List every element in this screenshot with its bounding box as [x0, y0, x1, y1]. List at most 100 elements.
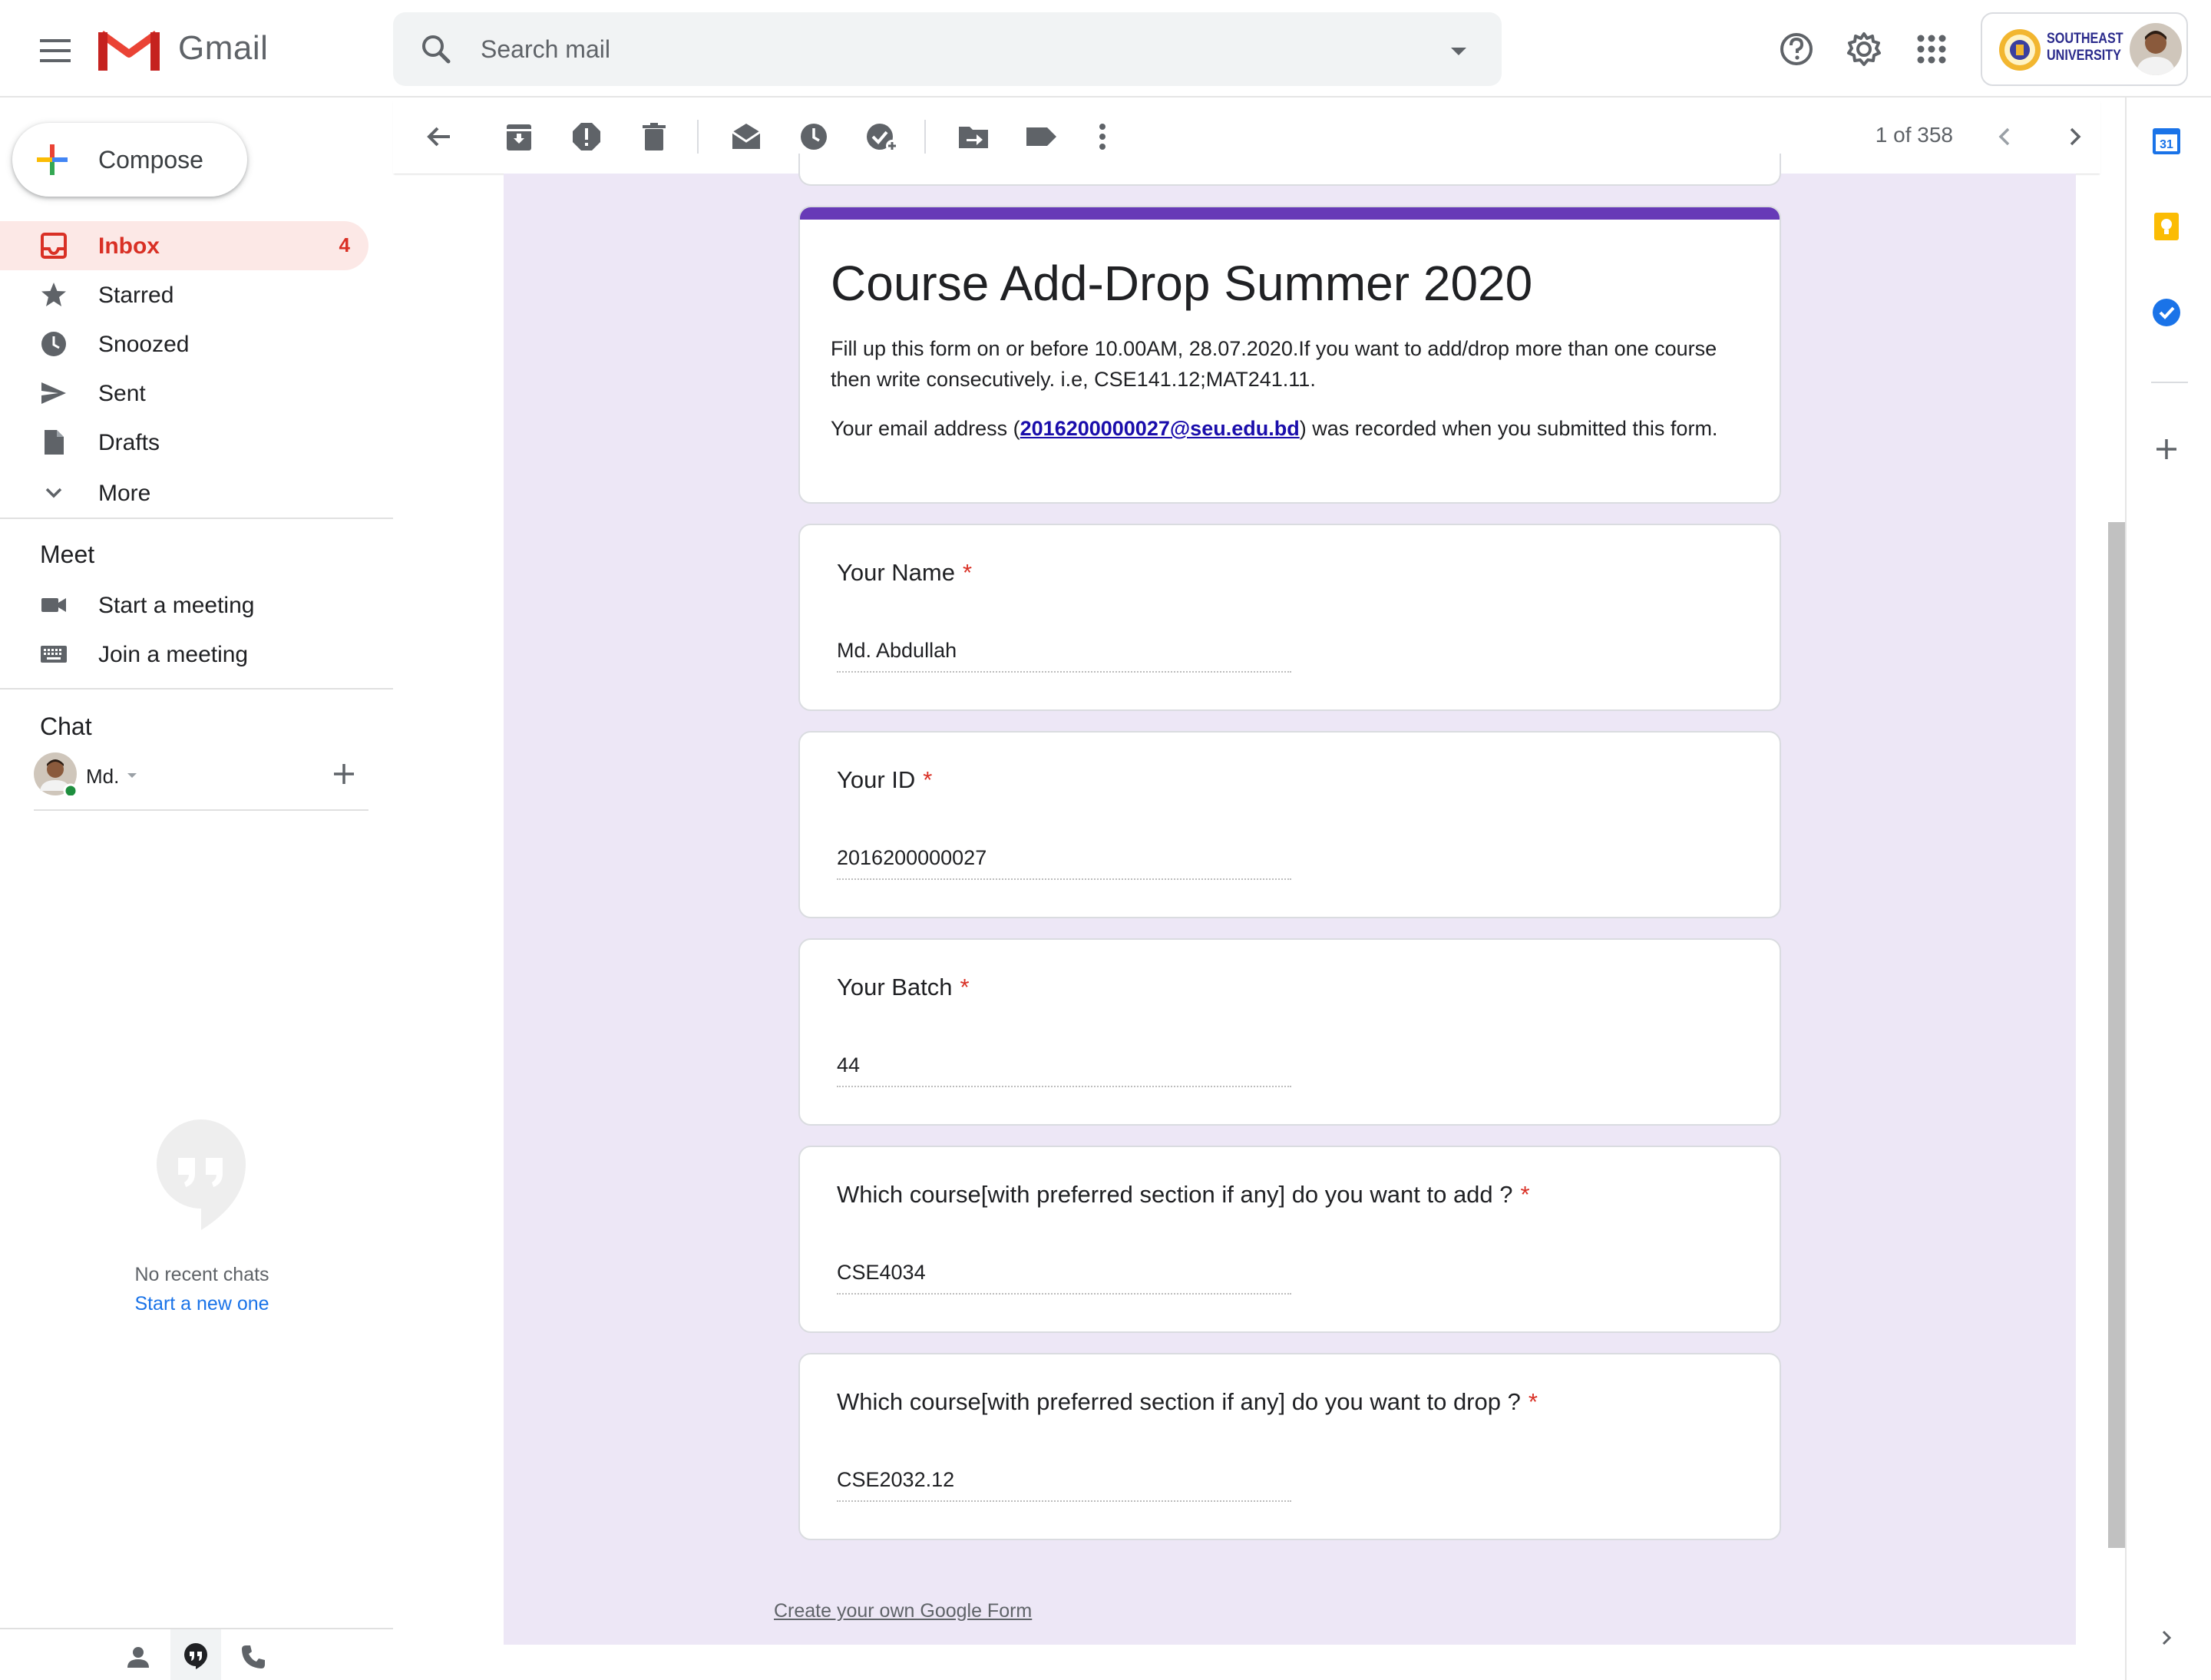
back-arrow-icon[interactable] [421, 118, 458, 155]
sidebar-item-label: Inbox [98, 233, 160, 259]
clock-icon [40, 330, 68, 358]
calendar-day-number: 31 [2160, 138, 2173, 151]
create-google-form-link[interactable]: Create your own Google Form [774, 1600, 1032, 1622]
newer-chevron-left-icon[interactable] [1987, 118, 2024, 155]
pagination-count: 1 of 358 [1875, 123, 1953, 147]
google-apps-icon[interactable] [1912, 29, 1952, 69]
top-bar: Gmail Search mail SOUTHEAST UNIVERSITY [0, 0, 2211, 98]
sidebar-item-label: Drafts [98, 430, 160, 455]
answer-field: 44 [837, 1050, 1291, 1087]
form-title: Course Add-Drop Summer 2020 [831, 256, 1533, 311]
report-spam-icon[interactable] [568, 118, 605, 155]
side-panel-divider [2151, 382, 2188, 383]
start-meeting-item[interactable]: Start a meeting [0, 580, 368, 630]
join-meeting-item[interactable]: Join a meeting [0, 630, 368, 679]
meet-section-title: Meet [40, 541, 95, 568]
chat-user-name[interactable]: Md. [86, 765, 119, 789]
calendar-icon[interactable]: 31 [2151, 125, 2182, 156]
phone-icon[interactable] [240, 1643, 267, 1671]
toolbar-separator [697, 120, 699, 154]
sidebar-item-label: Starred [98, 283, 174, 308]
start-meeting-label: Start a meeting [98, 593, 255, 618]
move-to-icon[interactable] [955, 118, 992, 155]
gmail-wordmark[interactable]: Gmail [178, 29, 268, 68]
mark-as-unread-icon[interactable] [728, 118, 765, 155]
sidebar-item-more[interactable]: More [0, 468, 368, 518]
required-asterisk: * [960, 974, 970, 1000]
unread-count-badge: 4 [339, 233, 350, 256]
email-notice-prefix: Your email address ( [831, 417, 1020, 440]
contacts-person-icon[interactable] [124, 1643, 152, 1671]
new-chat-plus-icon[interactable] [330, 760, 358, 788]
tasks-check-icon[interactable] [2151, 297, 2182, 328]
previous-card-edge [798, 154, 1781, 186]
sidebar-item-drafts[interactable]: Drafts [0, 418, 368, 467]
question-card-add-course: Which course[with preferred section if a… [798, 1146, 1781, 1333]
chat-user-avatar[interactable] [34, 752, 77, 795]
compose-button[interactable]: Compose [12, 123, 247, 197]
expand-panel-chevron-icon[interactable] [2154, 1625, 2179, 1650]
required-asterisk: * [1520, 1181, 1530, 1208]
sidebar-item-label: More [98, 481, 151, 506]
no-recent-chats-text: No recent chats [134, 1264, 269, 1285]
hangouts-quote-icon [155, 1118, 247, 1232]
older-chevron-right-icon[interactable] [2056, 118, 2093, 155]
account-avatar[interactable] [2130, 23, 2182, 75]
delete-trash-icon[interactable] [636, 118, 673, 155]
label-tag-icon[interactable] [1023, 118, 1059, 155]
start-new-chat-link[interactable]: Start a new one [0, 1293, 404, 1315]
archive-icon[interactable] [501, 118, 537, 155]
snooze-clock-icon[interactable] [795, 118, 832, 155]
search-input[interactable]: Search mail [481, 35, 610, 64]
chat-divider [34, 809, 368, 811]
draft-file-icon [40, 428, 68, 456]
search-bar[interactable]: Search mail [393, 12, 1502, 86]
compose-label: Compose [98, 146, 203, 174]
question-title: Your Name * [837, 559, 973, 586]
hangouts-tab[interactable] [170, 1629, 221, 1680]
send-icon [40, 379, 68, 407]
account-switcher[interactable]: SOUTHEAST UNIVERSITY [1981, 12, 2188, 86]
question-card-drop-course: Which course[with preferred section if a… [798, 1353, 1781, 1540]
sidebar-item-label: Sent [98, 381, 146, 406]
chevron-down-icon [40, 479, 68, 507]
add-to-tasks-icon[interactable] [863, 118, 900, 155]
help-icon[interactable] [1776, 29, 1816, 69]
sidebar-item-snoozed[interactable]: Snoozed [0, 319, 368, 369]
toolbar-separator [924, 120, 926, 154]
respondent-email-link[interactable]: 2016200000027@seu.edu.bd [1020, 417, 1300, 440]
hangouts-bottom-bar [0, 1628, 393, 1680]
sidebar-item-inbox[interactable]: Inbox 4 [0, 221, 368, 270]
question-card-name: Your Name * Md. Abdullah [798, 524, 1781, 711]
question-title: Your Batch * [837, 974, 970, 1000]
chat-section-title: Chat [40, 713, 92, 740]
question-title: Your ID * [837, 766, 933, 793]
join-meeting-label: Join a meeting [98, 642, 249, 667]
answer-field: 2016200000027 [837, 843, 1291, 880]
more-options-vertical-icon[interactable] [1084, 118, 1121, 155]
sidebar-divider [0, 688, 393, 690]
question-title: Which course[with preferred section if a… [837, 1181, 1530, 1208]
video-camera-icon [40, 591, 68, 619]
required-asterisk: * [962, 559, 973, 586]
answer-field: CSE4034 [837, 1258, 1291, 1295]
side-panel: 31 [2125, 98, 2211, 1680]
sidebar-item-sent[interactable]: Sent [0, 369, 368, 418]
keep-bulb-icon[interactable] [2151, 211, 2182, 242]
search-icon[interactable] [418, 31, 454, 68]
inbox-icon [40, 232, 68, 260]
gmail-logo-icon[interactable] [98, 28, 160, 71]
status-dropdown-icon[interactable] [126, 771, 138, 780]
answer-field: CSE2032.12 [837, 1465, 1291, 1502]
get-addons-plus-icon[interactable] [2153, 435, 2180, 463]
main-menu-icon[interactable] [31, 26, 80, 75]
question-card-id: Your ID * 2016200000027 [798, 731, 1781, 918]
keyboard-icon [40, 640, 68, 668]
star-icon [40, 281, 68, 309]
sidebar-item-starred[interactable]: Starred [0, 270, 368, 319]
sidebar-divider [0, 518, 393, 519]
settings-gear-icon[interactable] [1844, 29, 1884, 69]
required-asterisk: * [923, 766, 933, 793]
scrollbar-thumb[interactable] [2108, 522, 2125, 1548]
search-options-dropdown-icon[interactable] [1446, 38, 1471, 63]
